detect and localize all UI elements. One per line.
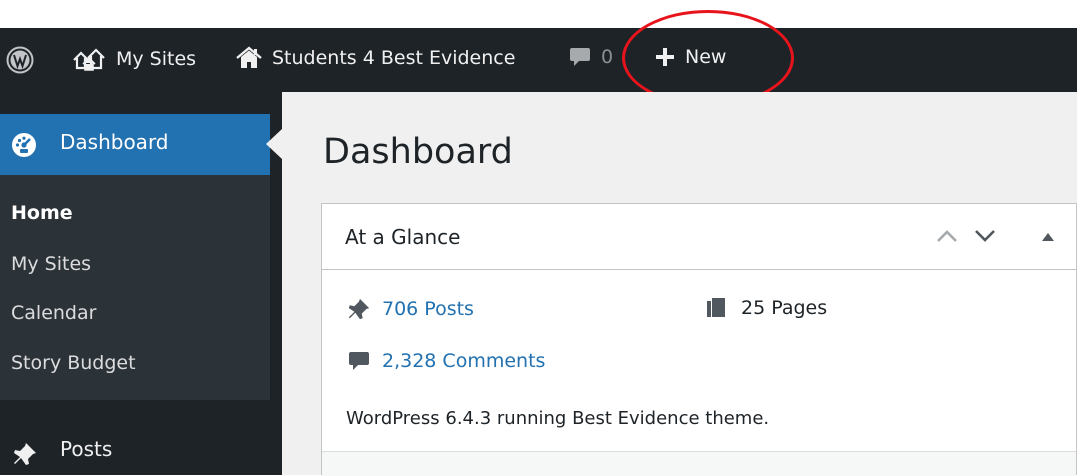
my-sites-icon [73, 48, 105, 71]
move-up-button[interactable] [935, 226, 959, 250]
glance-posts-link[interactable]: 706 Posts [382, 298, 474, 320]
submenu-item-home[interactable]: Home [11, 202, 73, 224]
site-name-menu[interactable]: Students 4 Best Evidence [236, 46, 515, 70]
submenu-item-story-budget[interactable]: Story Budget [11, 352, 136, 374]
submenu-item-my-sites[interactable]: My Sites [11, 253, 91, 275]
toggle-panel-button[interactable] [1040, 228, 1056, 247]
comment-bubble-icon [349, 352, 369, 370]
site-name-label: Students 4 Best Evidence [272, 47, 516, 69]
admin-sidebar: Dashboard Home My Sites Calendar Story B… [0, 92, 282, 475]
move-down-icon [975, 230, 995, 242]
glance-comments-link[interactable]: 2,328 Comments [382, 350, 545, 372]
my-sites-label: My Sites [116, 48, 197, 70]
submenu-item-calendar[interactable]: Calendar [11, 302, 96, 324]
wordpress-logo-button[interactable] [6, 46, 34, 74]
sidebar-item-dashboard[interactable]: Dashboard [0, 114, 270, 175]
glance-comments-item[interactable]: 2,328 Comments [346, 350, 545, 372]
comment-bubble-icon [570, 48, 590, 66]
new-content-button[interactable]: New [655, 46, 726, 68]
sidebar-item-posts[interactable]: Posts [0, 427, 270, 475]
sidebar-item-posts-label: Posts [60, 437, 113, 461]
home-icon [236, 46, 262, 68]
pushpin-icon [348, 298, 370, 320]
my-sites-menu[interactable]: My Sites [72, 46, 196, 72]
pushpin-icon [14, 443, 36, 465]
at-a-glance-widget: At a Glance 706 Posts 25 Pages 2,328 Com… [321, 203, 1077, 476]
current-menu-arrow [266, 129, 282, 159]
new-label: New [685, 46, 727, 68]
toggle-panel-icon [1042, 233, 1054, 241]
wordpress-logo-icon [6, 46, 34, 74]
dashboard-submenu: Home My Sites Calendar Story Budget [0, 175, 270, 400]
plus-icon [656, 48, 674, 66]
pages-icon [707, 298, 725, 317]
sidebar-item-dashboard-label: Dashboard [60, 130, 169, 154]
main-content: Dashboard At a Glance 706 Posts 25 Pages… [282, 92, 1077, 476]
admin-bar: My Sites Students 4 Best Evidence 0 New [0, 28, 1077, 92]
glance-pages-text: 25 Pages [741, 297, 828, 319]
page-title: Dashboard [323, 132, 513, 172]
comments-count: 0 [601, 46, 614, 68]
widget-footer [322, 451, 1076, 476]
move-down-button[interactable] [973, 226, 997, 250]
widget-title: At a Glance [345, 225, 461, 249]
comments-button[interactable]: 0 [569, 46, 613, 68]
glance-posts-item[interactable]: 706 Posts [346, 297, 474, 321]
widget-header: At a Glance [322, 204, 1076, 270]
version-info-text: WordPress 6.4.3 running Best Evidence th… [346, 408, 770, 429]
move-up-icon [937, 230, 957, 242]
dashboard-gauge-icon [12, 133, 36, 157]
glance-pages-item[interactable]: 25 Pages [703, 297, 827, 319]
